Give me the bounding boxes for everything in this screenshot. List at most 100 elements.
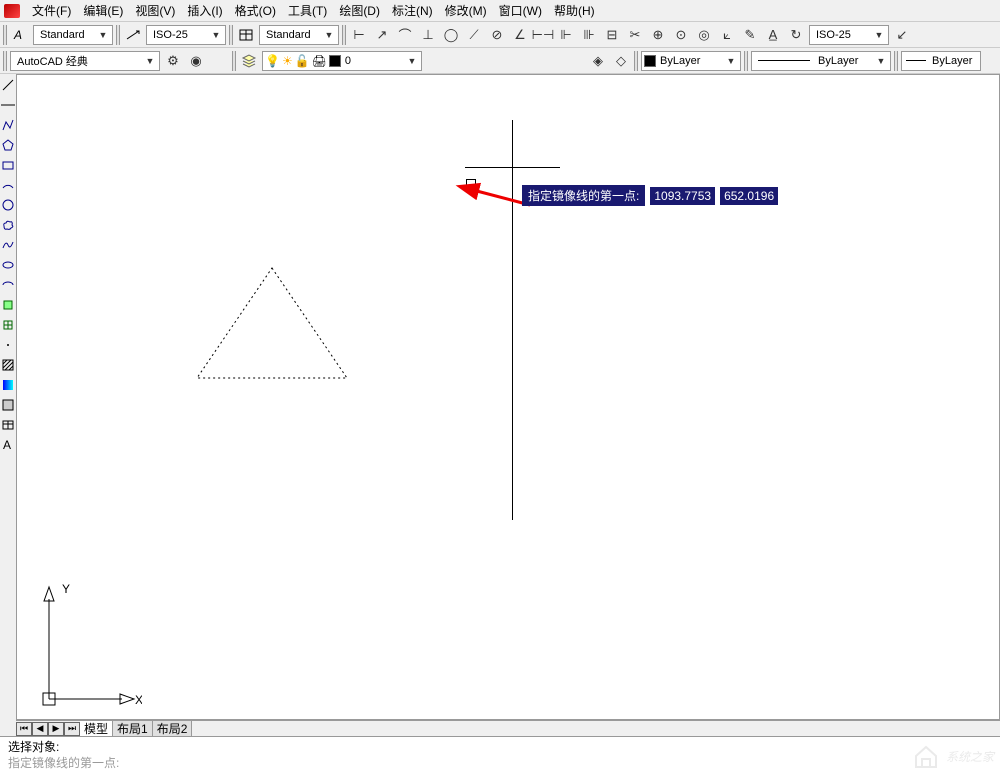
table-tool-icon[interactable] [1,418,15,432]
toolbar-handle[interactable] [744,51,748,71]
layer-states-icon[interactable]: ◇ [611,51,631,71]
table-style-dropdown[interactable]: Standard ▼ [259,25,339,45]
dim-style2-dropdown[interactable]: ISO-25 ▼ [809,25,889,45]
tooltip-coord-x[interactable]: 1093.7753 [649,186,716,206]
tab-first-icon[interactable]: ⏮ [16,722,32,736]
my-workspace-icon[interactable]: ◉ [186,51,206,71]
polygon-tool-icon[interactable] [1,138,15,152]
command-line[interactable]: 选择对象: 指定镜像线的第一点: [0,736,1000,776]
workspace-dropdown[interactable]: AutoCAD 经典 ▼ [10,51,160,71]
chevron-down-icon: ▼ [874,56,888,66]
tab-next-icon[interactable]: ▶ [48,722,64,736]
dim-style-dropdown[interactable]: ISO-25 ▼ [146,25,226,45]
arc-tool-icon[interactable] [1,178,15,192]
spline-tool-icon[interactable] [1,238,15,252]
menu-view[interactable]: 视图(V) [135,2,175,19]
xline-tool-icon[interactable] [1,98,15,112]
rectangle-tool-icon[interactable] [1,158,15,172]
dim-diameter-icon[interactable]: ⊘ [487,25,507,45]
draw-toolbar: A [0,74,16,456]
tab-layout1[interactable]: 布局1 [113,721,153,737]
make-block-tool-icon[interactable] [1,318,15,332]
dim-break-icon[interactable]: ✂ [625,25,645,45]
circle-tool-icon[interactable] [1,198,15,212]
ellipse-arc-tool-icon[interactable] [1,278,15,292]
tab-prev-icon[interactable]: ◀ [32,722,48,736]
menu-tools[interactable]: 工具(T) [288,2,327,19]
dim-linear-icon[interactable]: ⊢ [349,25,369,45]
toolbar-handle[interactable] [342,25,346,45]
tab-last-icon[interactable]: ⏭ [64,722,80,736]
toolbar-handle[interactable] [634,51,638,71]
dim-baseline-icon[interactable]: ⊩ [556,25,576,45]
dim-arc-icon[interactable]: ⌒ [395,25,415,45]
menu-insert[interactable]: 插入(I) [187,2,222,19]
lineweight-dropdown[interactable]: ByLayer [901,51,981,71]
menu-draw[interactable]: 绘图(D) [339,2,380,19]
dim-tedit-icon[interactable]: A̲ [763,25,783,45]
hatch-tool-icon[interactable] [1,358,15,372]
line-tool-icon[interactable] [1,78,15,92]
mtext-tool-icon[interactable]: A [1,438,15,452]
toolbar-handle[interactable] [894,51,898,71]
dim-update-icon[interactable]: ↻ [786,25,806,45]
ellipse-tool-icon[interactable] [1,258,15,272]
tab-model[interactable]: 模型 [80,721,113,737]
linetype-dropdown[interactable]: ByLayer ▼ [751,51,891,71]
dim-style-icon[interactable] [123,25,143,45]
layer-previous-icon[interactable]: ◈ [588,51,608,71]
chevron-down-icon: ▼ [96,30,110,40]
dynamic-input-tooltip: 指定镜像线的第一点: 1093.7753 652.0196 [522,185,778,206]
chevron-down-icon: ▼ [143,56,157,66]
toolbar-handle[interactable] [232,51,236,71]
dim-jogged-icon[interactable]: ⟋ [464,25,484,45]
menu-window[interactable]: 窗口(W) [499,2,542,19]
pline-tool-icon[interactable] [1,118,15,132]
dim-quick-icon[interactable]: ⊢⊣ [533,25,553,45]
dim-style-manager-icon[interactable]: ↙ [892,25,912,45]
text-style-dropdown[interactable]: Standard ▼ [33,25,113,45]
menu-help[interactable]: 帮助(H) [554,2,595,19]
toolbar-handle[interactable] [3,51,7,71]
dim-radius-icon[interactable]: ◯ [441,25,461,45]
workspace-value: AutoCAD 经典 [13,53,143,69]
point-tool-icon[interactable] [1,338,15,352]
dim-inspect-icon[interactable]: ◎ [694,25,714,45]
dim-ordinate-icon[interactable]: ⊥ [418,25,438,45]
toolbar-handle[interactable] [3,25,7,45]
chevron-down-icon: ▼ [322,30,336,40]
gradient-tool-icon[interactable] [1,378,15,392]
table-style-icon[interactable] [236,25,256,45]
watermark: 系统之家 [912,742,994,770]
color-dropdown[interactable]: ByLayer ▼ [641,51,741,71]
dim-space-icon[interactable]: ⊟ [602,25,622,45]
dim-continue-icon[interactable]: ⊪ [579,25,599,45]
dim-edit-icon[interactable]: ✎ [740,25,760,45]
toolbar-handle[interactable] [229,25,233,45]
menu-edit[interactable]: 编辑(E) [83,2,123,19]
menu-format[interactable]: 格式(O) [235,2,276,19]
menu-file[interactable]: 文件(F) [32,2,71,19]
dim-center-icon[interactable]: ⊙ [671,25,691,45]
drawing-canvas[interactable]: 指定镜像线的第一点: 1093.7753 652.0196 Y X [16,74,1000,720]
layout-tabs: ⏮ ◀ ▶ ⏭ 模型 布局1 布局2 [16,720,1000,736]
text-style-icon[interactable]: A [10,25,30,45]
dim-jogged-linear-icon[interactable]: ⟀ [717,25,737,45]
dim-angular-icon[interactable]: ∠ [510,25,530,45]
toolbar-handle[interactable] [116,25,120,45]
layer-dropdown[interactable]: 💡 ☀ 🔓 🖨 0 ▼ [262,51,422,71]
dim-aligned-icon[interactable]: ↗ [372,25,392,45]
menu-dimension[interactable]: 标注(N) [392,2,433,19]
ucs-y-label: Y [62,582,70,596]
sun-icon: ☀ [282,54,293,68]
revcloud-tool-icon[interactable] [1,218,15,232]
workspace-settings-icon[interactable]: ⚙ [163,51,183,71]
menu-modify[interactable]: 修改(M) [445,2,487,19]
dim-tolerance-icon[interactable]: ⊕ [648,25,668,45]
insert-block-tool-icon[interactable] [1,298,15,312]
tooltip-prompt: 指定镜像线的第一点: [522,185,645,206]
layer-manager-icon[interactable] [239,51,259,71]
region-tool-icon[interactable] [1,398,15,412]
chevron-down-icon: ▼ [872,30,886,40]
tab-layout2[interactable]: 布局2 [153,721,193,737]
